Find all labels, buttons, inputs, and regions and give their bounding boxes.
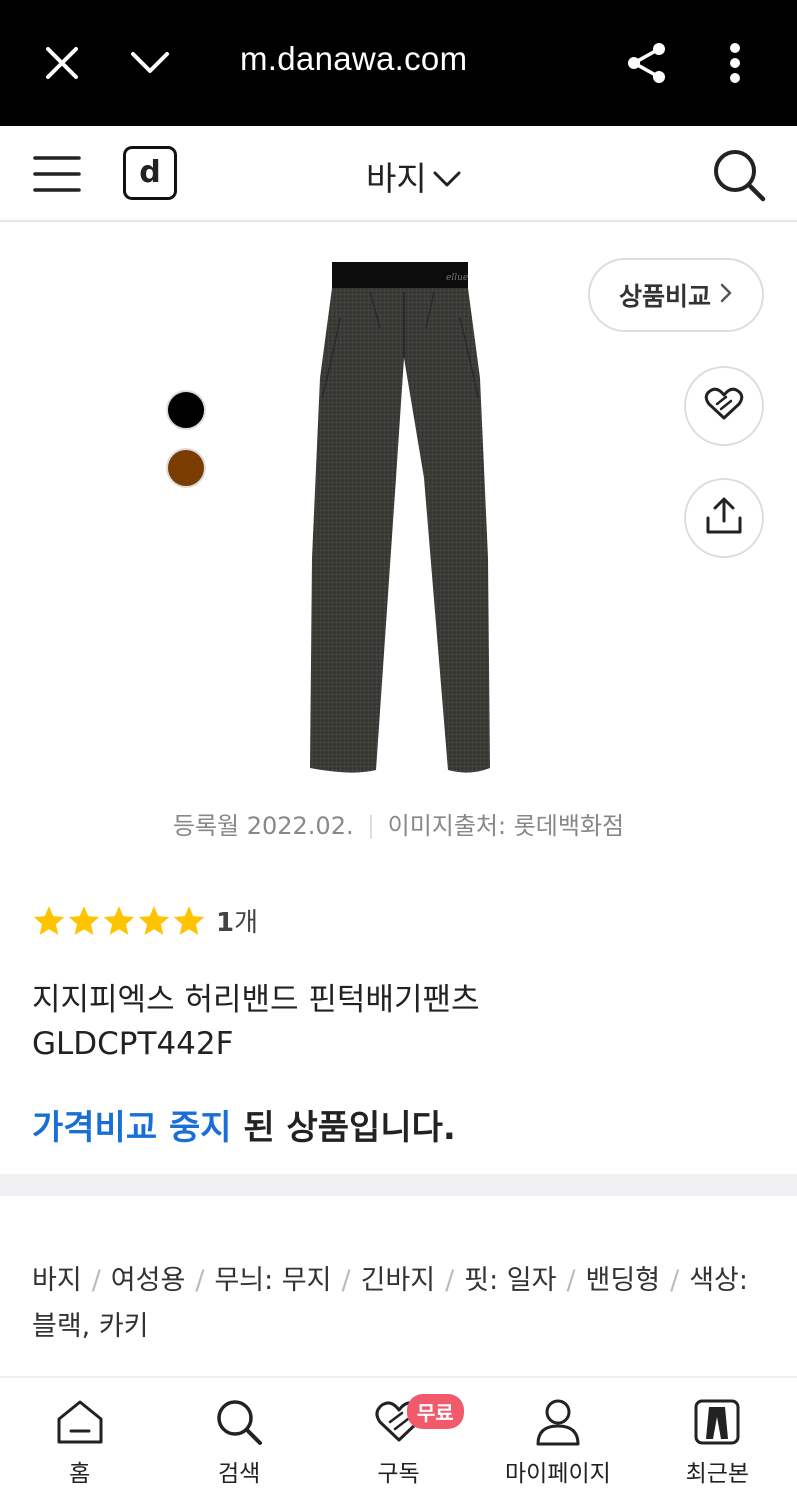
chevron-right-icon — [719, 281, 733, 310]
review-count-number: 1 — [216, 908, 235, 938]
meta-divider — [369, 815, 372, 839]
close-icon[interactable] — [37, 38, 87, 88]
product-name-line1: 지지피엑스 허리밴드 핀턱배기팬츠 — [32, 982, 480, 1018]
spec-item: 여성용 — [110, 1265, 186, 1296]
image-source: 이미지출처: 롯데백화점 — [387, 812, 625, 840]
wishlist-button[interactable] — [684, 366, 764, 446]
svg-text:ellue: ellue — [446, 273, 468, 283]
share-icon[interactable] — [622, 38, 672, 88]
chevron-down-icon[interactable] — [125, 38, 175, 88]
hamburger-menu-icon[interactable] — [32, 152, 82, 196]
star-icon — [138, 905, 170, 935]
category-selector[interactable]: 바지 — [366, 152, 461, 200]
nav-label: 최근본 — [685, 1461, 750, 1487]
browser-toolbar: m.danawa.com — [0, 0, 797, 126]
star-icon — [173, 905, 205, 935]
nav-label: 검색 — [217, 1461, 261, 1487]
nav-recent[interactable]: 최근본 — [638, 1378, 797, 1500]
review-count-unit: 개 — [234, 908, 259, 938]
nav-search[interactable]: 검색 — [159, 1378, 318, 1500]
spec-item: 핏: 일자 — [464, 1265, 557, 1296]
upload-share-icon — [704, 496, 744, 540]
product-model: GLDCPT442F — [32, 1026, 234, 1062]
product-compare-button[interactable]: 상품비교 — [588, 258, 764, 332]
spec-separator: / — [670, 1265, 680, 1296]
price-status-text: 된 상품입니다. — [231, 1108, 456, 1148]
chevron-down-icon — [433, 157, 461, 196]
danawa-logo[interactable]: d — [123, 146, 177, 200]
section-divider — [0, 1174, 797, 1196]
star-icon — [103, 905, 135, 935]
home-icon — [52, 1396, 108, 1448]
spec-separator: / — [91, 1265, 101, 1296]
nav-label: 홈 — [69, 1461, 91, 1487]
spec-separator: / — [566, 1265, 576, 1296]
product-meta: 등록월 2022.02. 이미지출처: 롯데백화점 — [0, 806, 797, 841]
nav-label: 구독 — [377, 1461, 420, 1487]
star-rating — [32, 904, 206, 938]
star-icon — [68, 905, 100, 935]
nav-label: 마이페이지 — [505, 1461, 611, 1487]
compare-label: 상품비교 — [618, 282, 711, 311]
spec-separator: / — [341, 1265, 351, 1296]
user-icon — [530, 1396, 586, 1448]
star-icon — [33, 905, 65, 935]
site-header: d 바지 — [0, 126, 797, 222]
spec-separator: / — [195, 1265, 205, 1296]
search-icon — [211, 1396, 267, 1448]
rating[interactable]: 1개 — [32, 902, 258, 939]
spec-item: 무늬: 무지 — [214, 1265, 332, 1296]
spec-item: 바지 — [32, 1265, 82, 1296]
spec-item: 긴바지 — [360, 1265, 436, 1296]
price-status-highlight: 가격비교 중지 — [32, 1108, 232, 1148]
product-image-area: ellue 상품비교 — [0, 222, 797, 842]
product-image-pants[interactable]: ellue — [300, 258, 500, 782]
price-status: 가격비교 중지 된 상품입니다. — [32, 1100, 456, 1149]
search-icon[interactable] — [710, 146, 768, 204]
product-name: 지지피엑스 허리밴드 핀턱배기팬츠 GLDCPT442F — [32, 978, 752, 1066]
category-label: 바지 — [366, 159, 427, 198]
heart-icon — [704, 387, 744, 425]
spec-separator: / — [445, 1265, 455, 1296]
nav-home[interactable]: 홈 — [0, 1378, 159, 1500]
recent-product-icon — [689, 1396, 745, 1448]
review-count: 1개 — [216, 902, 258, 939]
product-specs: 바지 / 여성용 / 무늬: 무지 / 긴바지 / 핏: 일자 / 밴딩형 / 색상: 블랙, 카키 — [32, 1258, 762, 1350]
nav-subscribe[interactable]: 무료 구독 — [319, 1378, 478, 1500]
registered-date: 등록월 2022.02. — [172, 812, 354, 840]
share-button[interactable] — [684, 478, 764, 558]
free-badge: 무료 — [406, 1394, 464, 1429]
address-bar-url[interactable]: m.danawa.com — [240, 40, 467, 78]
more-vertical-icon[interactable] — [710, 38, 760, 88]
nav-mypage[interactable]: 마이페이지 — [478, 1378, 637, 1500]
spec-item: 밴딩형 — [585, 1265, 661, 1296]
bottom-navigation: 홈 검색 무료 구독 마이페이지 최근본 — [0, 1376, 797, 1500]
color-swatch-brown[interactable] — [166, 448, 206, 488]
color-swatch-black[interactable] — [166, 390, 206, 430]
